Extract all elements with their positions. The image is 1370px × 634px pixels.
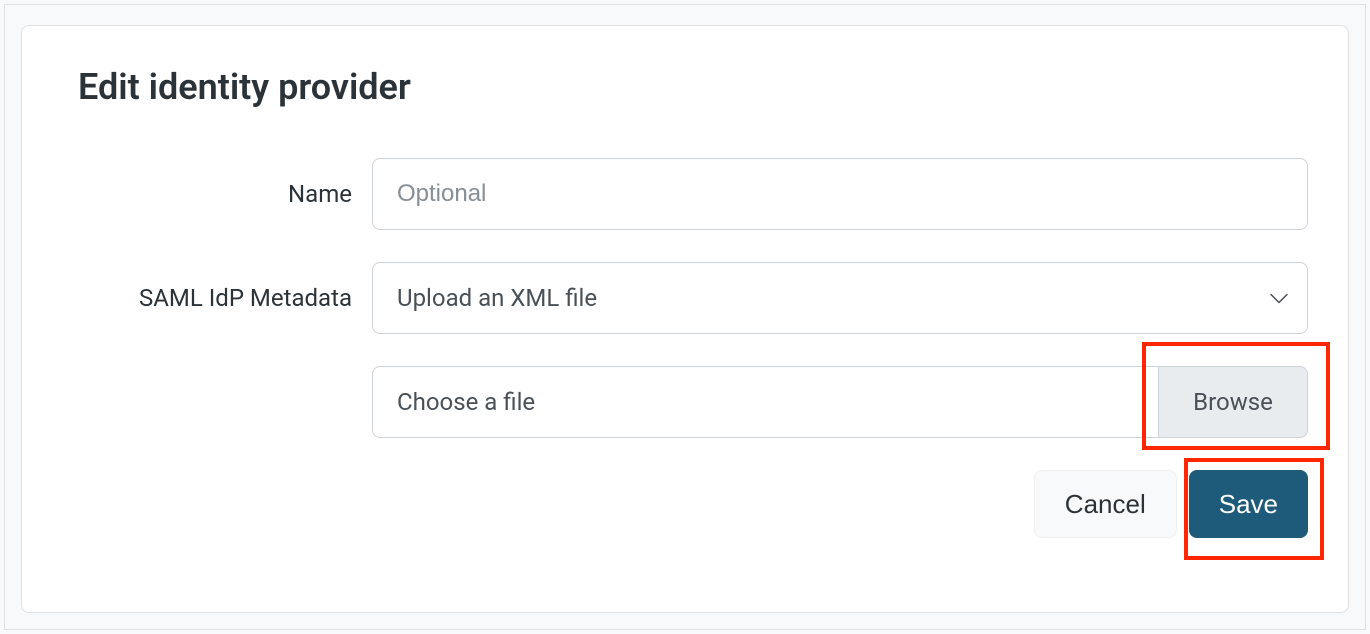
actions-wrap: Cancel Save	[62, 470, 1308, 538]
file-row: Choose a file Browse	[62, 366, 1308, 438]
name-control-wrap	[372, 158, 1308, 230]
edit-identity-provider-card: Edit identity provider Name SAML IdP Met…	[21, 25, 1349, 613]
cancel-label: Cancel	[1065, 489, 1146, 520]
page-container: Edit identity provider Name SAML IdP Met…	[4, 4, 1366, 630]
name-input[interactable]	[372, 158, 1308, 230]
metadata-select[interactable]: Upload an XML file	[372, 262, 1308, 334]
actions: Cancel Save	[62, 470, 1308, 538]
browse-button[interactable]: Browse	[1158, 366, 1308, 438]
metadata-selected-value: Upload an XML file	[397, 284, 597, 312]
metadata-control-wrap: Upload an XML file	[372, 262, 1308, 334]
page-title: Edit identity provider	[78, 66, 1308, 108]
metadata-select-wrap: Upload an XML file	[372, 262, 1308, 334]
cancel-button[interactable]: Cancel	[1034, 470, 1177, 538]
name-label: Name	[62, 180, 372, 208]
browse-label: Browse	[1193, 388, 1273, 416]
metadata-row: SAML IdP Metadata Upload an XML file	[62, 262, 1308, 334]
name-row: Name	[62, 158, 1308, 230]
save-label: Save	[1219, 489, 1278, 520]
metadata-label: SAML IdP Metadata	[62, 284, 372, 312]
file-placeholder: Choose a file	[397, 388, 535, 416]
file-input[interactable]: Choose a file	[372, 366, 1158, 438]
file-group: Choose a file Browse	[372, 366, 1308, 438]
save-button[interactable]: Save	[1189, 470, 1308, 538]
file-spacer	[62, 366, 372, 438]
